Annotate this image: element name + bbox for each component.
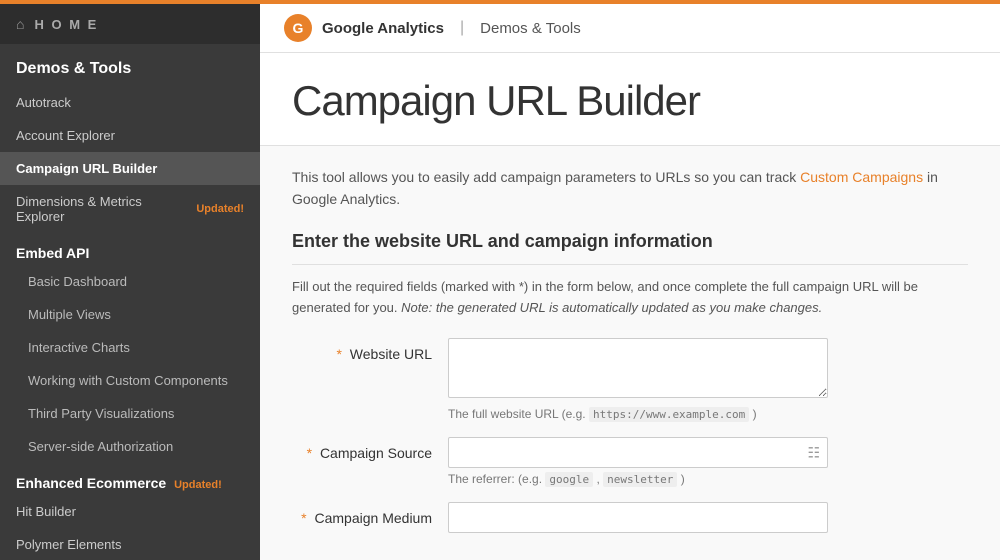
enhanced-ecommerce-badge: Updated! [174, 479, 222, 491]
sidebar-item-account-explorer[interactable]: Account Explorer [0, 119, 260, 152]
sidebar-section-embed-api: Embed API [0, 233, 260, 265]
campaign-medium-input[interactable] [448, 502, 828, 533]
form-group-campaign-medium: * Campaign Medium [292, 502, 968, 533]
sidebar-item-label: Account Explorer [16, 128, 115, 143]
campaign-source-field-wrapper: ☷ The referrer: (e.g. google , newslette… [448, 437, 828, 486]
campaign-form: * Website URL The full website URL (e.g.… [292, 338, 968, 533]
campaign-medium-field-wrapper [448, 502, 828, 533]
updated-badge: Updated! [196, 203, 244, 215]
sidebar-item-label: Dimensions & Metrics Explorer [16, 194, 188, 224]
fill-instruction: Fill out the required fields (marked wit… [292, 277, 968, 319]
fill-note: Note: the generated URL is automatically… [401, 300, 822, 315]
hint-end: ) [753, 407, 757, 421]
campaign-source-input-wrapper: ☷ [448, 437, 828, 468]
sidebar-item-custom-components[interactable]: Working with Custom Components [0, 364, 260, 397]
page-title: Campaign URL Builder [292, 77, 968, 125]
section-heading: Enter the website URL and campaign infor… [292, 231, 968, 265]
sidebar-item-label: Working with Custom Components [28, 373, 228, 388]
form-group-website-url: * Website URL The full website URL (e.g.… [292, 338, 968, 421]
header-divider: | [460, 19, 464, 37]
calendar-icon: ☷ [807, 444, 820, 461]
campaign-source-hint: The referrer: (e.g. google , newsletter … [448, 472, 828, 486]
required-star: * [307, 445, 312, 461]
sidebar-item-basic-dashboard[interactable]: Basic Dashboard [0, 265, 260, 298]
hint-text: The full website URL (e.g. [448, 407, 586, 421]
home-label: H O M E [34, 17, 98, 32]
sidebar: ⌂ H O M E Demos & Tools Autotrack Accoun… [0, 4, 260, 560]
hint-code1: google [545, 472, 593, 487]
header-subtitle: Demos & Tools [480, 20, 581, 37]
required-star: * [336, 346, 341, 362]
hint-end: ) [681, 472, 685, 486]
sidebar-item-label: Polymer Elements [16, 537, 121, 552]
campaign-source-input[interactable] [448, 437, 828, 468]
website-url-field-wrapper: The full website URL (e.g. https://www.e… [448, 338, 828, 421]
page-title-area: Campaign URL Builder [260, 53, 1000, 146]
ga-logo: G [284, 14, 312, 42]
intro-text-before: This tool allows you to easily add campa… [292, 169, 800, 185]
sidebar-item-interactive-charts[interactable]: Interactive Charts [0, 331, 260, 364]
main-content: G Google Analytics | Demos & Tools Campa… [260, 4, 1000, 560]
sidebar-section-enhanced-ecommerce: Enhanced Ecommerce Updated! [0, 463, 260, 495]
ga-logo-text: G [293, 20, 304, 36]
intro-text: This tool allows you to easily add campa… [292, 166, 968, 211]
website-url-hint: The full website URL (e.g. https://www.e… [448, 407, 828, 421]
content-header: G Google Analytics | Demos & Tools [260, 4, 1000, 53]
label-text: Campaign Medium [315, 510, 433, 526]
sidebar-item-hit-builder[interactable]: Hit Builder [0, 495, 260, 528]
sidebar-item-autotrack[interactable]: Autotrack [0, 86, 260, 119]
sidebar-item-third-party-viz[interactable]: Third Party Visualizations [0, 397, 260, 430]
campaign-medium-label: * Campaign Medium [292, 502, 432, 526]
content-body: This tool allows you to easily add campa… [260, 146, 1000, 560]
header-brand: Google Analytics [322, 20, 444, 37]
sidebar-item-label: Autotrack [16, 95, 71, 110]
sidebar-item-label: Third Party Visualizations [28, 406, 174, 421]
sidebar-item-server-auth[interactable]: Server-side Authorization [0, 430, 260, 463]
sidebar-item-polymer-elements[interactable]: Polymer Elements [0, 528, 260, 560]
sidebar-item-dimensions-metrics[interactable]: Dimensions & Metrics Explorer Updated! [0, 185, 260, 233]
hint-code: https://www.example.com [589, 407, 749, 422]
custom-campaigns-link[interactable]: Custom Campaigns [800, 169, 923, 185]
sidebar-item-label: Server-side Authorization [28, 439, 173, 454]
sidebar-item-label: Basic Dashboard [28, 274, 127, 289]
sidebar-home[interactable]: ⌂ H O M E [0, 4, 260, 44]
sidebar-item-label: Interactive Charts [28, 340, 130, 355]
header-brand-name: Google Analytics [322, 20, 444, 37]
home-icon: ⌂ [16, 16, 26, 32]
required-star: * [301, 510, 306, 526]
website-url-input[interactable] [448, 338, 828, 398]
sidebar-item-multiple-views[interactable]: Multiple Views [0, 298, 260, 331]
label-text: Campaign Source [320, 445, 432, 461]
sidebar-item-campaign-url-builder[interactable]: Campaign URL Builder [0, 152, 260, 185]
form-group-campaign-source: * Campaign Source ☷ The referrer: (e.g. … [292, 437, 968, 486]
sidebar-item-label: Multiple Views [28, 307, 111, 322]
campaign-source-label: * Campaign Source [292, 437, 432, 461]
sidebar-item-label: Hit Builder [16, 504, 76, 519]
hint-text: The referrer: (e.g. [448, 472, 542, 486]
label-text: Website URL [350, 346, 432, 362]
hint-code2: newsletter [603, 472, 677, 487]
website-url-label: * Website URL [292, 338, 432, 362]
sidebar-item-label: Campaign URL Builder [16, 161, 157, 176]
hint-sep: , [596, 472, 599, 486]
sidebar-section-title: Demos & Tools [0, 44, 260, 86]
